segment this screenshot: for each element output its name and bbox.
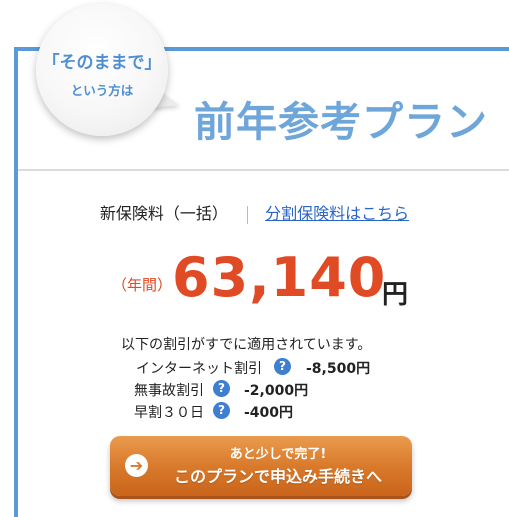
premium-row: 新保険料（一括） 分割保険料はこちら bbox=[0, 200, 509, 224]
price-amount: 63,140 bbox=[172, 246, 387, 309]
cta-subtext: あと少しで完了! bbox=[229, 447, 327, 462]
help-icon[interactable]: ? bbox=[274, 358, 291, 375]
price-unit: 円 bbox=[382, 280, 409, 310]
discount-name: インターネット割引 bbox=[136, 361, 262, 377]
cta-label: このプランで申込み手続きへ bbox=[173, 467, 382, 486]
help-icon[interactable]: ? bbox=[213, 402, 230, 419]
discount-amount: -2,000円 bbox=[244, 383, 309, 399]
discount-name: 無事故割引 bbox=[134, 383, 204, 399]
price-period-label: （年間） bbox=[112, 276, 173, 294]
discount-name: 早割３０日 bbox=[134, 405, 204, 421]
installment-premium-link[interactable]: 分割保険料はこちら bbox=[265, 204, 409, 223]
bubble-text-line1: 「そのままで」 bbox=[42, 53, 162, 73]
plan-title: 前年参考プラン bbox=[194, 98, 488, 146]
bubble-text-line2: という方は bbox=[70, 83, 134, 98]
premium-label: 新保険料（一括） bbox=[99, 204, 228, 223]
discount-intro: 以下の割引がすでに適用されています。 bbox=[121, 337, 372, 353]
speech-bubble: 「そのままで」 という方は bbox=[36, 4, 168, 136]
help-icon[interactable]: ? bbox=[213, 380, 230, 397]
apply-with-this-plan-button[interactable]: ➔ あと少しで完了! このプランで申込み手続きへ bbox=[110, 436, 412, 496]
discount-amount: -400円 bbox=[244, 405, 294, 421]
discount-amount: -8,500円 bbox=[306, 361, 371, 377]
premium-separator bbox=[247, 205, 248, 224]
